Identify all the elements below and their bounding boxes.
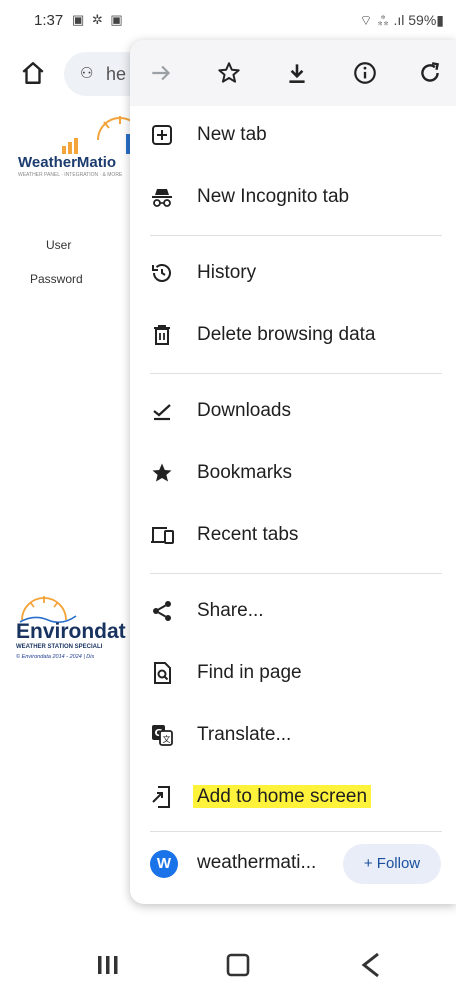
find-in-page-icon xyxy=(154,662,171,684)
recent-tabs-icon xyxy=(151,527,174,544)
menu-item-label: Share... xyxy=(197,600,264,621)
recent-apps-icon[interactable] xyxy=(96,954,120,976)
menu-item-recent-tabs[interactable]: Recent tabs xyxy=(130,507,456,563)
menu-item-share[interactable]: Share... xyxy=(130,583,456,639)
copyright-text: © Environdata 2014 - 2024 | Dis xyxy=(16,654,95,660)
back-icon[interactable] xyxy=(360,952,382,978)
user-label: User xyxy=(46,238,72,252)
menu-item-translate[interactable]: G 文 Translate... xyxy=(130,707,456,763)
bookmarks-star-icon xyxy=(152,463,172,482)
menu-item-label: New tab xyxy=(197,124,267,145)
info-icon[interactable] xyxy=(352,60,378,86)
share-icon xyxy=(153,601,171,621)
logo-text: WeatherMatio xyxy=(18,154,117,171)
menu-item-new-incognito-tab[interactable]: New Incognito tab xyxy=(130,169,456,225)
system-nav-bar xyxy=(0,940,456,988)
download-icon[interactable] xyxy=(284,60,310,86)
logo-tagline: WEATHER PANEL · INTEGRATION · & MORE xyxy=(18,172,123,178)
menu-divider xyxy=(150,831,442,832)
password-label: Password xyxy=(30,272,83,286)
menu-action-row xyxy=(130,40,456,106)
menu-item-label: History xyxy=(197,262,257,283)
new-tab-icon xyxy=(152,125,172,145)
trash-icon xyxy=(154,325,170,345)
site-name: weathermati... xyxy=(197,852,317,873)
menu-item-label: Translate... xyxy=(197,724,292,745)
menu-item-history[interactable]: History xyxy=(130,245,456,301)
menu-item-label: Downloads xyxy=(197,400,291,421)
status-indicators: ⌔ ⁂ .ıl 59%▮ xyxy=(359,12,444,28)
follow-button[interactable]: + Follow xyxy=(343,844,441,884)
menu-divider xyxy=(150,573,442,574)
forward-icon[interactable] xyxy=(148,60,174,86)
menu-divider xyxy=(150,235,442,236)
translate-icon: G 文 xyxy=(152,725,173,746)
notification-icons: ▣ ✲ ▣ xyxy=(72,12,125,27)
status-bar: 1:37 ▣ ✲ ▣ ⌔ ⁂ .ıl 59%▮ xyxy=(0,0,456,42)
url-text: he xyxy=(106,64,127,84)
site-follow-row[interactable]: W weathermati... + Follow xyxy=(130,836,456,892)
menu-item-label: Add to home screen xyxy=(193,785,372,808)
star-icon[interactable] xyxy=(216,60,242,86)
menu-item-label: Find in page xyxy=(197,662,302,683)
menu-item-bookmarks[interactable]: Bookmarks xyxy=(130,445,456,501)
weathermatic-logo: WeatherMatio WEATHER PANEL · INTEGRATION… xyxy=(16,114,148,178)
menu-item-label: Recent tabs xyxy=(197,524,299,545)
highlighted-text: Add to home screen xyxy=(193,785,372,808)
svg-text:文: 文 xyxy=(163,734,171,744)
home-icon[interactable] xyxy=(20,60,46,86)
incognito-icon xyxy=(152,189,172,207)
refresh-icon[interactable] xyxy=(417,60,443,86)
downloads-icon xyxy=(153,404,171,421)
menu-divider xyxy=(150,373,442,374)
menu-item-new-tab[interactable]: New tab xyxy=(130,107,456,163)
history-icon xyxy=(152,264,171,282)
footer-logo-text: Environdat xyxy=(16,620,126,643)
menu-item-find-in-page[interactable]: Find in page xyxy=(130,645,456,701)
site-avatar: W xyxy=(150,850,178,878)
site-settings-icon[interactable]: ⚇ xyxy=(80,64,93,82)
menu-item-label: Delete browsing data xyxy=(197,324,376,345)
home-nav-icon[interactable] xyxy=(226,953,250,977)
add-to-home-icon xyxy=(152,786,170,808)
menu-item-label: Bookmarks xyxy=(197,462,293,483)
footer-tagline: WEATHER STATION SPECIALI xyxy=(16,644,103,650)
menu-item-add-to-home-screen[interactable]: Add to home screen xyxy=(130,769,456,825)
menu-item-delete-browsing-data[interactable]: Delete browsing data xyxy=(130,307,456,363)
menu-item-downloads[interactable]: Downloads xyxy=(130,383,456,439)
menu-item-label: New Incognito tab xyxy=(197,186,350,207)
status-time: 1:37 xyxy=(34,12,64,29)
overflow-menu: New tab New Incognito tab History Delete… xyxy=(130,40,456,904)
